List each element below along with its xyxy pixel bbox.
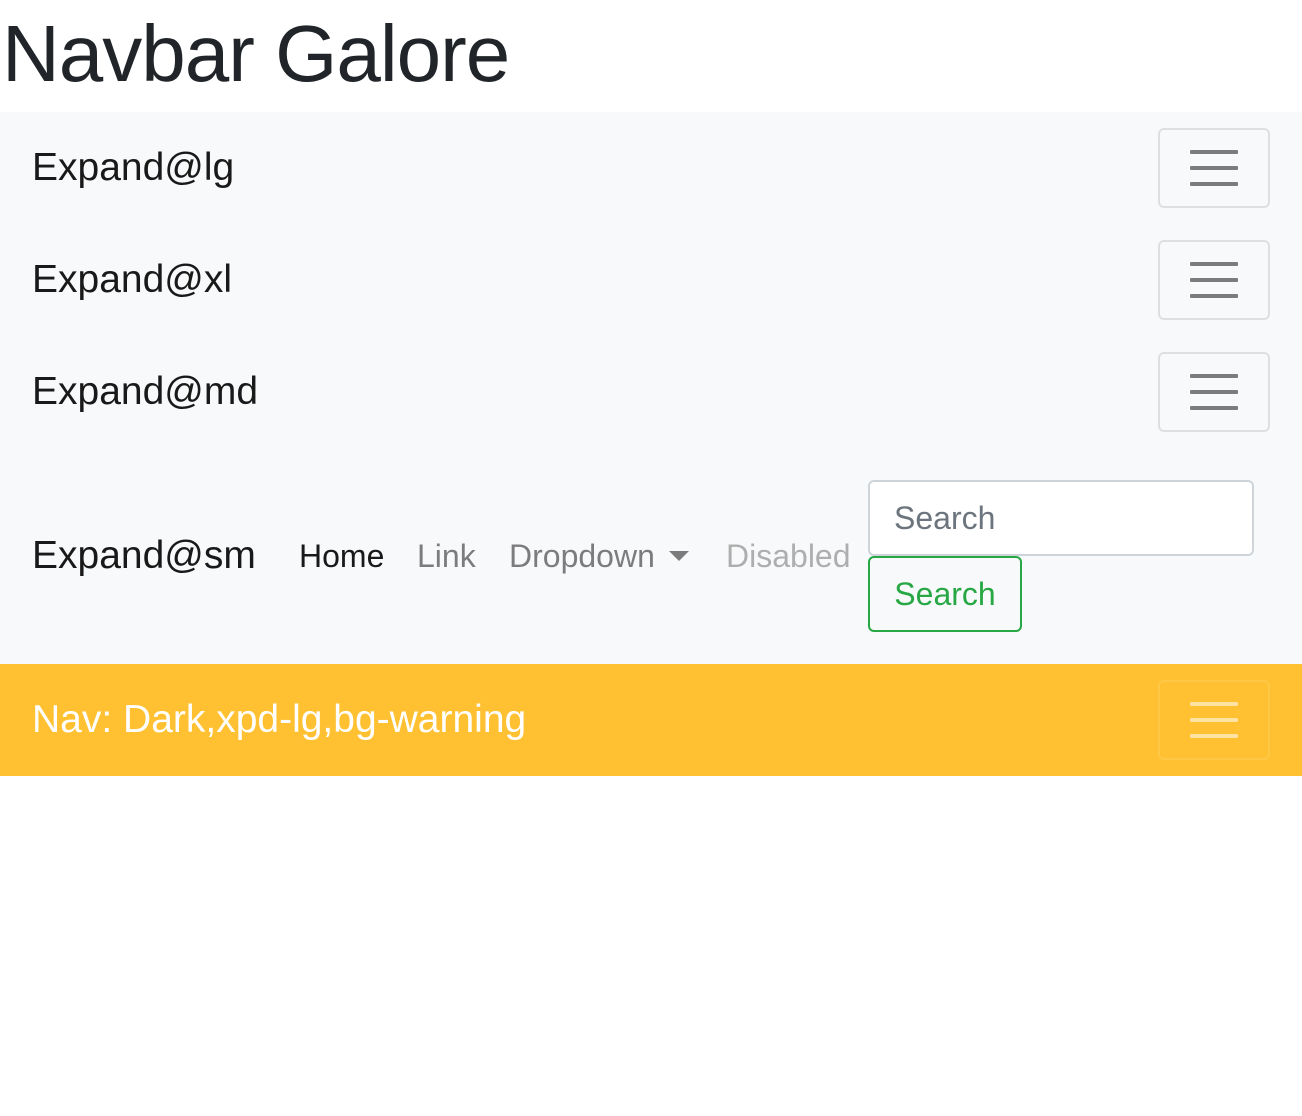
search-button[interactable]: Search	[868, 556, 1022, 632]
navbar-expand-md: Expand@md	[0, 336, 1302, 448]
navbar-brand-warning[interactable]: Nav: Dark,xpd-lg,bg-warning	[32, 700, 526, 740]
navbar-brand-lg[interactable]: Expand@lg	[32, 148, 234, 188]
nav-link-disabled: Disabled	[726, 538, 851, 574]
page-title: Navbar Galore	[2, 9, 510, 98]
nav-link-dropdown[interactable]: Dropdown	[509, 538, 689, 574]
navbar-toggler-xl[interactable]	[1158, 240, 1270, 320]
nav-link-link[interactable]: Link	[417, 538, 476, 574]
hamburger-menu-icon	[1190, 150, 1238, 186]
hamburger-menu-icon	[1190, 702, 1238, 738]
navbar-brand-sm[interactable]: Expand@sm	[32, 536, 256, 576]
hamburger-menu-icon	[1190, 374, 1238, 410]
navbar-brand-xl[interactable]: Expand@xl	[32, 260, 232, 300]
hamburger-menu-icon	[1190, 262, 1238, 298]
navbar-toggler-lg[interactable]	[1158, 128, 1270, 208]
nav-link-home[interactable]: Home	[299, 538, 384, 574]
nav-link-dropdown-label: Dropdown	[509, 538, 655, 574]
caret-down-icon	[668, 550, 689, 561]
navbar-toggler-warning[interactable]	[1158, 680, 1270, 760]
navbar-warning: Nav: Dark,xpd-lg,bg-warning	[0, 664, 1302, 776]
search-input[interactable]	[868, 480, 1254, 556]
navbar-expand-xl: Expand@xl	[0, 224, 1302, 336]
navbar-toggler-md[interactable]	[1158, 352, 1270, 432]
navbar-expand-lg: Expand@lg	[0, 112, 1302, 224]
navbar-light-container: Expand@lg Expand@xl Expand@md Expand@sm …	[0, 112, 1302, 664]
navbar-brand-md[interactable]: Expand@md	[32, 372, 258, 412]
